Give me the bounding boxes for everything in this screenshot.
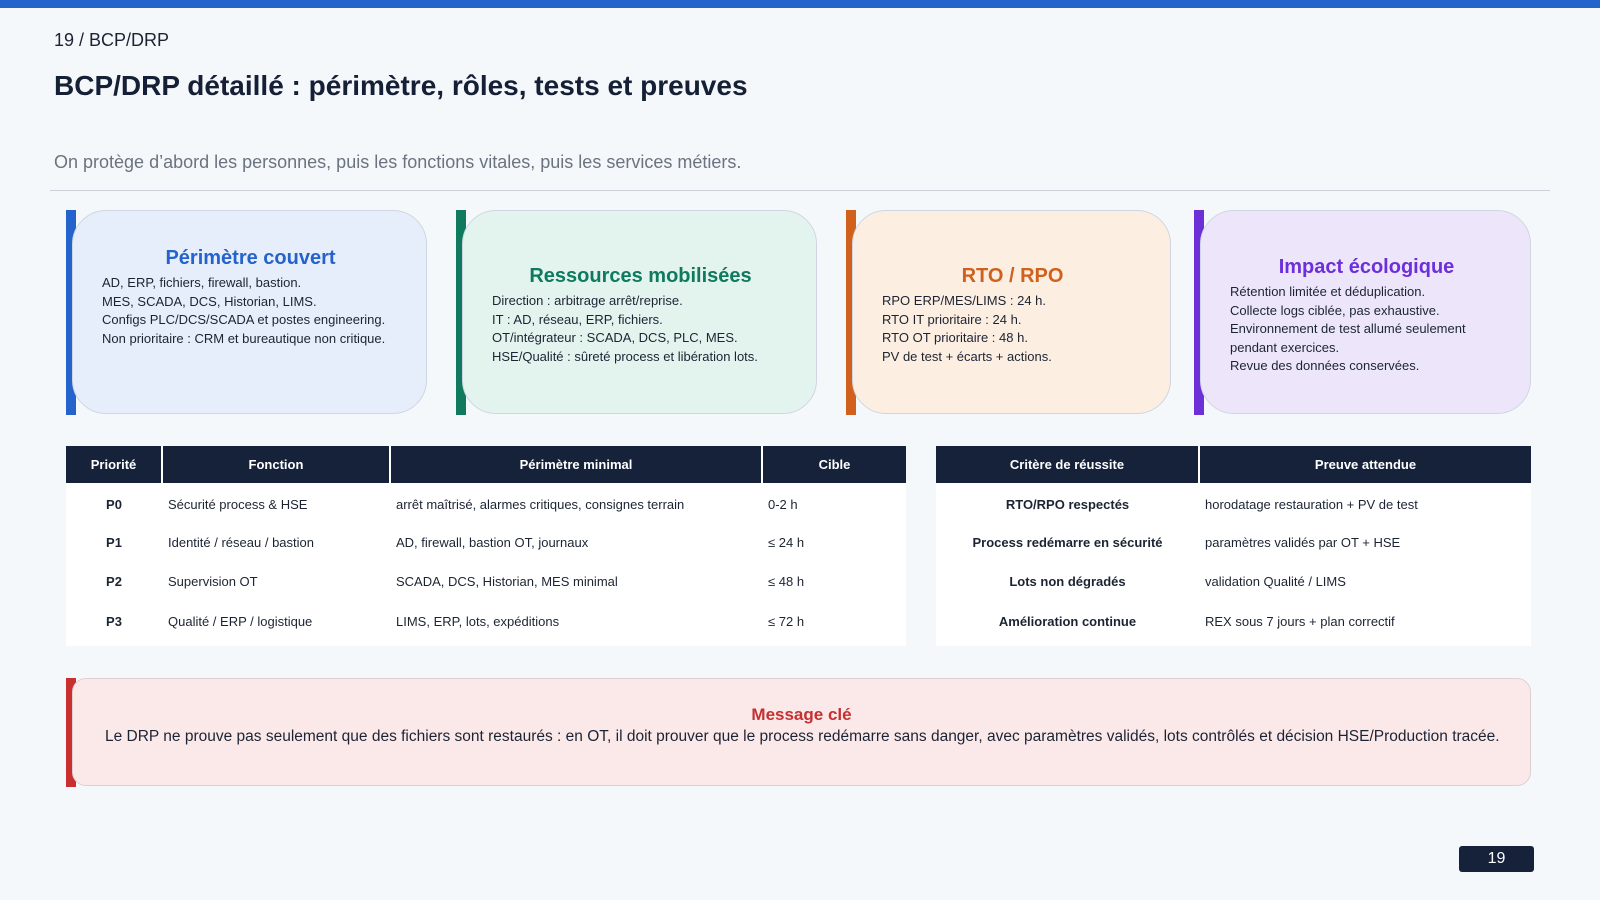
- table-header: Fonction: [162, 446, 391, 483]
- card-item: Revue des données conservées.: [1230, 358, 1420, 373]
- page-title: BCP/DRP détaillé : périmètre, rôles, tes…: [54, 70, 748, 101]
- top-accent-bar: [0, 0, 1600, 8]
- priority-cell: P0: [106, 496, 122, 512]
- card-rto-rpo: RTO / RPO RPO ERP/MES/LIMS : 24 h. RTO I…: [846, 210, 1171, 415]
- card-item: OT/intégrateur : SCADA, DCS, PLC, MES.: [492, 330, 738, 345]
- priority-cell: P1: [106, 534, 122, 550]
- function-cell: Identité / réseau / bastion: [168, 534, 314, 550]
- card-perimetre: Périmètre couvert AD, ERP, fichiers, fir…: [66, 210, 427, 415]
- divider: [50, 190, 1550, 191]
- card-item: RPO ERP/MES/LIMS : 24 h.: [882, 293, 1046, 308]
- function-cell: Qualité / ERP / logistique: [168, 613, 313, 629]
- target-cell: ≤ 48 h: [768, 574, 805, 590]
- card-item: Direction : arbitrage arrêt/reprise.: [492, 293, 683, 308]
- card-item: RTO OT prioritaire : 48 h.: [882, 330, 1028, 345]
- table-header: Preuve attendue: [1199, 446, 1531, 483]
- table-row: P3 Qualité / ERP / logistique LIMS, ERP,…: [66, 602, 906, 642]
- card-item: Non prioritaire : CRM et bureautique non…: [102, 330, 386, 346]
- card-item: HSE/Qualité : sûreté process et libérati…: [492, 348, 758, 364]
- card-item: AD, ERP, fichiers, firewall, bastion.: [102, 275, 302, 290]
- message-title: Message clé: [751, 705, 852, 724]
- card-item: MES, SCADA, DCS, Historian, LIMS.: [102, 293, 317, 309]
- card-item: PV de test + écarts + actions.: [882, 348, 1052, 364]
- card-title: Ressources mobilisées: [529, 265, 752, 287]
- priority-table: Priorité Fonction Périmètre minimal Cibl…: [66, 446, 906, 646]
- page-subtitle: On protège d’abord les personnes, puis l…: [54, 152, 742, 172]
- table-header: Périmètre minimal: [390, 446, 763, 483]
- table-row: Amélioration continue REX sous 7 jours +…: [936, 602, 1531, 642]
- card-title: Périmètre couvert: [165, 247, 336, 269]
- table-row: P2 Supervision OT SCADA, DCS, Historian,…: [66, 562, 906, 602]
- scope-cell: SCADA, DCS, Historian, MES minimal: [396, 574, 618, 590]
- scope-cell: LIMS, ERP, lots, expéditions: [396, 613, 560, 629]
- card-title: Impact écologique: [1278, 256, 1455, 278]
- criterion-cell: RTO/RPO respectés: [1005, 496, 1130, 512]
- table-header: Critère de réussite: [936, 446, 1200, 483]
- card-impact-ecologique: Impact écologique Rétention limitée et d…: [1194, 210, 1531, 415]
- target-cell: ≤ 72 h: [768, 613, 805, 629]
- evidence-cell: horodatage restauration + PV de test: [1205, 496, 1418, 512]
- target-cell: 0-2 h: [768, 496, 798, 512]
- evidence-cell: paramètres validés par OT + HSE: [1205, 534, 1401, 550]
- card-title: RTO / RPO: [961, 265, 1064, 287]
- criterion-cell: Lots non dégradés: [1009, 574, 1126, 590]
- card-item: Collecte logs ciblée, pas exhaustive.: [1230, 302, 1440, 318]
- table-header: Cible: [762, 446, 906, 483]
- card-item: Environnement de test allumé seulement p…: [1230, 321, 1466, 355]
- function-cell: Supervision OT: [168, 574, 258, 590]
- criterion-cell: Process redémarre en sécurité: [972, 534, 1163, 550]
- criterion-cell: Amélioration continue: [998, 613, 1137, 629]
- card-item: Rétention limitée et déduplication.: [1230, 284, 1426, 299]
- table-header: Priorité: [66, 446, 163, 483]
- table-row: P1 Identité / réseau / bastion AD, firew…: [66, 523, 906, 563]
- criteria-table: Critère de réussite Preuve attendue RTO/…: [936, 446, 1531, 646]
- card-item: Configs PLC/DCS/SCADA et postes engineer…: [102, 312, 386, 327]
- scope-cell: arrêt maîtrisé, alarmes critiques, consi…: [396, 496, 685, 512]
- page-number-badge: 19: [1459, 846, 1534, 872]
- priority-cell: P2: [106, 574, 122, 590]
- message-text: Le DRP ne prouve pas seulement que des f…: [105, 728, 1500, 745]
- scope-cell: AD, firewall, bastion OT, journaux: [396, 534, 589, 550]
- table-row: RTO/RPO respectés horodatage restauratio…: [936, 483, 1531, 523]
- evidence-cell: validation Qualité / LIMS: [1205, 574, 1346, 590]
- card-ressources: Ressources mobilisées Direction : arbitr…: [456, 210, 817, 415]
- card-item: IT : AD, réseau, ERP, fichiers.: [492, 311, 663, 327]
- table-row: Lots non dégradés validation Qualité / L…: [936, 562, 1531, 602]
- evidence-cell: REX sous 7 jours + plan correctif: [1205, 613, 1395, 629]
- table-row: P0 Sécurité process & HSE arrêt maîtrisé…: [66, 483, 906, 523]
- section-label: 19 / BCP/DRP: [54, 30, 170, 50]
- function-cell: Sécurité process & HSE: [168, 496, 308, 512]
- priority-cell: P3: [106, 613, 122, 629]
- message-background: Message clé Le DRP ne prouve pas seuleme…: [72, 678, 1531, 786]
- table-row: Process redémarre en sécurité paramètres…: [936, 523, 1531, 563]
- card-item: RTO IT prioritaire : 24 h.: [882, 311, 1022, 327]
- target-cell: ≤ 24 h: [768, 534, 805, 550]
- key-message-box: Message clé Le DRP ne prouve pas seuleme…: [66, 678, 1531, 787]
